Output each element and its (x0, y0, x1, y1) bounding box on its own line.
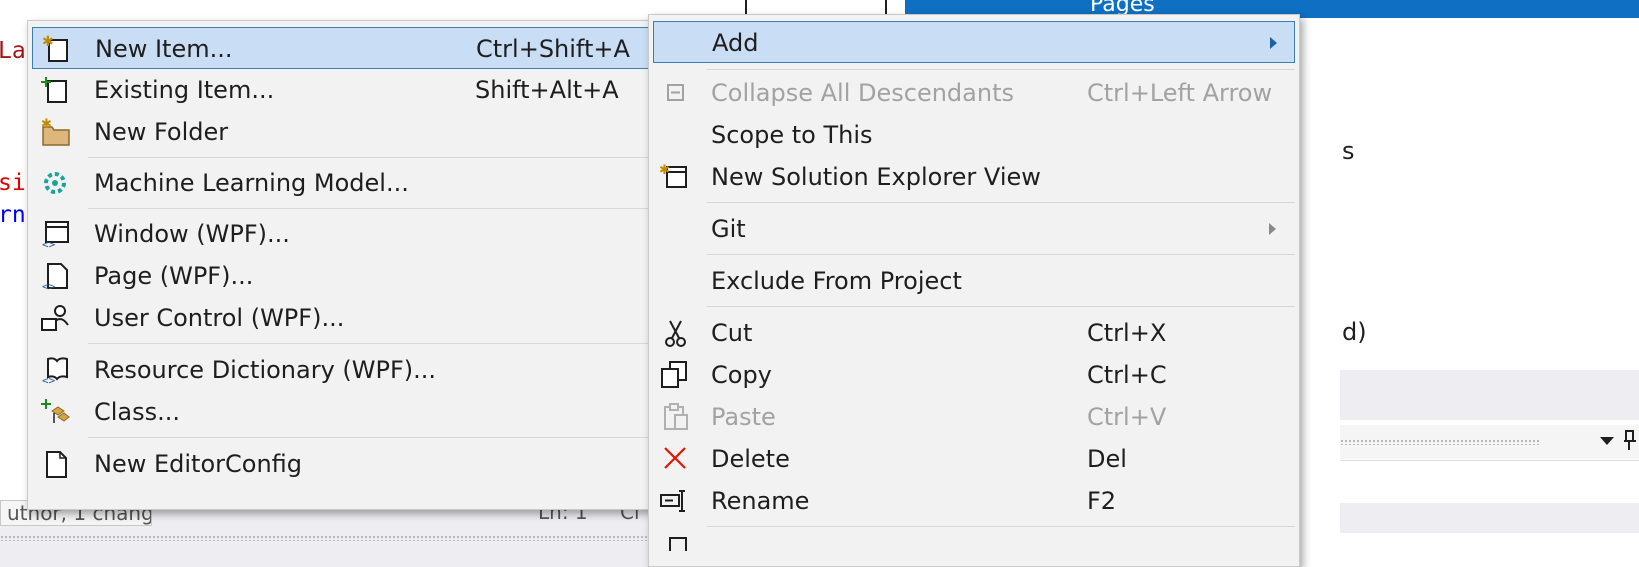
menu-item-existing-item[interactable]: Existing Item... Shift+Alt+A (32, 69, 676, 111)
submenu-arrow-icon (1269, 223, 1276, 235)
paste-icon (661, 402, 691, 432)
menu-separator (88, 437, 678, 438)
svg-text:<>: <> (42, 280, 56, 291)
menu-item-label: Machine Learning Model... (94, 169, 409, 197)
menu-item-label: Resource Dictionary (WPF)... (94, 356, 437, 384)
delete-icon (661, 444, 691, 474)
menu-item-label: Rename (711, 487, 810, 515)
menu-separator (707, 69, 1295, 70)
menu-item-copy[interactable]: Copy Ctrl+C (653, 354, 1295, 396)
svg-text:✱: ✱ (42, 34, 54, 50)
menu-item-shortcut: Del (1087, 445, 1127, 473)
menu-item-label: Class... (94, 398, 181, 426)
menu-item-label: New Item... (95, 35, 233, 63)
properties-toolbar (1340, 425, 1639, 459)
menu-item-new-solution-explorer-view[interactable]: ✱ New Solution Explorer View (653, 156, 1295, 198)
menu-item-scope-to-this[interactable]: Scope to This (653, 114, 1295, 156)
rename-icon (659, 486, 689, 516)
menu-item-label: Page (WPF)... (94, 262, 254, 290)
menu-item-add[interactable]: Add (653, 21, 1295, 63)
menu-separator (707, 526, 1295, 527)
menu-item-shortcut: Ctrl+Left Arrow (1087, 79, 1273, 107)
dropdown-arrow-icon[interactable] (1600, 437, 1614, 445)
context-menu: Add Collapse All Descendants Ctrl+Left A… (648, 14, 1300, 567)
menu-item-wpf-window[interactable]: <> Window (WPF)... (32, 213, 676, 255)
user-control-icon (40, 303, 70, 333)
editorconfig-icon (40, 449, 70, 479)
add-submenu: ✱ New Item... Ctrl+Shift+A Existing Item… (27, 20, 681, 510)
menu-item-label: New Folder (94, 118, 229, 146)
menu-item-shortcut: Ctrl+C (1087, 361, 1167, 389)
submenu-arrow-icon (1270, 37, 1277, 49)
wpf-page-icon: <> (40, 261, 70, 291)
svg-text:<>: <> (42, 238, 56, 249)
menu-item-shortcut: Shift+Alt+A (475, 76, 619, 104)
menu-separator (707, 254, 1295, 255)
menu-separator (88, 343, 678, 344)
menu-item-delete[interactable]: Delete Del (653, 438, 1295, 480)
menu-item-label: Window (WPF)... (94, 220, 290, 248)
menu-item-new-item[interactable]: ✱ New Item... Ctrl+Shift+A (32, 27, 676, 69)
menu-item-user-control[interactable]: User Control (WPF)... (32, 297, 676, 339)
menu-item-label: Add (712, 29, 759, 57)
properties-field (1340, 460, 1639, 503)
pin-icon[interactable] (1624, 429, 1636, 450)
menu-item-label: Cut (711, 319, 753, 347)
menu-item-rename[interactable]: Rename F2 (653, 480, 1295, 522)
svg-text:<>: <> (42, 374, 56, 385)
menu-item-class[interactable]: Class... (32, 391, 676, 433)
menu-item-new-folder[interactable]: ✱ New Folder (32, 111, 676, 153)
menu-item-label: User Control (WPF)... (94, 304, 345, 332)
class-icon (40, 397, 70, 427)
menu-item-label: Git (711, 215, 746, 243)
panel-grip (0, 535, 660, 541)
svg-text:✱: ✱ (41, 117, 52, 132)
tree-text-fragment: d) (1342, 318, 1367, 346)
menu-item-exclude-from-project[interactable]: Exclude From Project (653, 260, 1295, 302)
menu-item-label: Copy (711, 361, 772, 389)
scissors-icon (661, 318, 691, 348)
resource-dictionary-icon: <> (40, 355, 70, 385)
menu-item-wpf-page[interactable]: <> Page (WPF)... (32, 255, 676, 297)
properties-row (1340, 503, 1639, 533)
tree-text-fragment: s (1342, 137, 1355, 165)
menu-item-resource-dictionary[interactable]: <> Resource Dictionary (WPF)... (32, 349, 676, 391)
menu-item-new-editorconfig[interactable]: New EditorConfig (32, 443, 676, 485)
menu-item-ml-model[interactable]: Machine Learning Model... (32, 162, 676, 204)
menu-item-label: Exclude From Project (711, 267, 962, 295)
menu-item-shortcut: Ctrl+V (1087, 403, 1167, 431)
menu-item-collapse-all[interactable]: Collapse All Descendants Ctrl+Left Arrow (653, 72, 1295, 114)
wpf-window-icon: <> (40, 219, 70, 249)
menu-item-shortcut: F2 (1087, 487, 1117, 515)
panel-grip (1340, 439, 1540, 445)
properties-header (1340, 370, 1639, 420)
menu-item-label: New Solution Explorer View (711, 163, 1041, 191)
menu-separator (707, 202, 1295, 203)
menu-item-shortcut: Ctrl+Shift+A (476, 35, 630, 63)
menu-separator (88, 208, 678, 209)
menu-item-label: Delete (711, 445, 790, 473)
ml-model-icon (40, 168, 70, 198)
collapse-icon (661, 78, 691, 108)
menu-item-label: New EditorConfig (94, 450, 303, 478)
menu-item-shortcut: Ctrl+X (1087, 319, 1167, 347)
properties-icon (669, 537, 687, 551)
new-view-icon: ✱ (659, 162, 689, 192)
new-item-icon: ✱ (41, 34, 71, 64)
new-folder-icon: ✱ (40, 117, 70, 147)
menu-item-git[interactable]: Git (653, 208, 1295, 250)
svg-text:✱: ✱ (659, 163, 670, 178)
menu-item-label: Paste (711, 403, 776, 431)
menu-separator (707, 306, 1295, 307)
menu-item-paste[interactable]: Paste Ctrl+V (653, 396, 1295, 438)
existing-item-icon (40, 75, 70, 105)
menu-separator (88, 157, 678, 158)
menu-item-label: Existing Item... (94, 76, 275, 104)
menu-item-cut[interactable]: Cut Ctrl+X (653, 312, 1295, 354)
menu-item-label: Collapse All Descendants (711, 79, 1014, 107)
copy-icon (659, 360, 689, 390)
menu-item-label: Scope to This (711, 121, 873, 149)
